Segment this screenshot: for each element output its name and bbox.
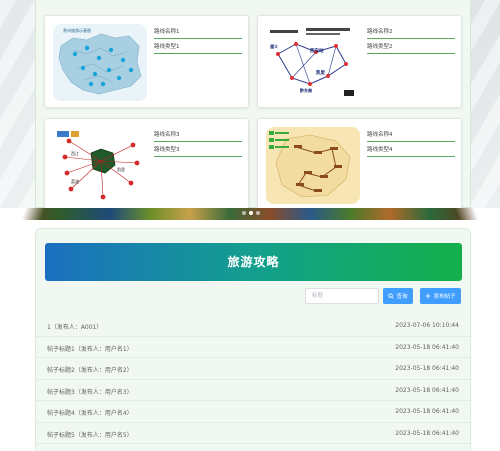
post-button-label: 发布帖子: [433, 294, 456, 300]
route-map-image[interactable]: 西江 荔波 凯里: [53, 127, 147, 204]
post-time: 2023-05-18 06:41:40: [395, 408, 459, 415]
post-time: 2023-05-18 06:41:40: [395, 429, 459, 437]
list-item[interactable]: 1（发布人：A001） 2023-07-06 10:10:44: [36, 315, 472, 337]
map-label: 凯里: [117, 167, 125, 172]
list-item[interactable]: 帖子标题4（发布人：用户名4） 2023-05-18 06:41:40: [36, 401, 472, 423]
post-time: 2023-05-18 06:41:40: [395, 365, 459, 372]
carousel-dot[interactable]: [256, 211, 260, 215]
map-label: 荔波: [71, 179, 79, 184]
carousel-dot-active[interactable]: [249, 211, 253, 215]
map-label: 西安站: [310, 49, 324, 54]
post-title: 帖子标题5（发布人：用户名5）: [47, 431, 133, 439]
list-item[interactable]: 帖子标题2（发布人：用户名2） 2023-05-18 06:41:40: [36, 358, 472, 380]
route-category: 路线类型4: [367, 144, 455, 157]
banner-carousel[interactable]: [0, 208, 500, 220]
map-label: 西江: [71, 151, 79, 156]
travel-guide-section: 旅游攻略 查询 发布帖子 1（发布人：A001） 2023-07-06 10:1…: [35, 228, 472, 451]
route-name: 路线名称1: [154, 26, 242, 39]
route-map-image[interactable]: 遵义 西安站 凯里 黔东南: [266, 24, 360, 101]
route-name: 路线名称4: [367, 129, 455, 142]
query-button[interactable]: 查询: [383, 288, 413, 304]
plus-icon: [426, 293, 431, 299]
post-list: 1（发布人：A001） 2023-07-06 10:10:44 帖子标题1（发布…: [36, 315, 472, 444]
post-time: 2023-07-06 10:10:44: [395, 322, 459, 329]
post-title: 帖子标题3（发布人：用户名3）: [47, 388, 133, 396]
post-title: 1（发布人：A001）: [47, 324, 103, 331]
post-title: 帖子标题2（发布人：用户名2）: [47, 367, 133, 374]
route-card[interactable]: 路线名称4 路线类型4: [257, 118, 462, 211]
carousel-dot[interactable]: [242, 211, 246, 215]
search-icon: [388, 293, 395, 299]
map-label: 黔东南: [300, 88, 312, 93]
route-category: 路线类型1: [154, 41, 242, 54]
route-panel: 贵州旅游示意图 路线名称1 路线类型1 遵义 西安站 凯里 黔东南 路线名称2 …: [35, 0, 471, 211]
map-title-label: 贵州旅游示意图: [63, 28, 91, 33]
map-label: 凯里: [316, 71, 325, 76]
list-item[interactable]: 帖子标题5（发布人：用户名5） 2023-05-18 06:41:40: [36, 423, 472, 444]
post-button[interactable]: 发布帖子: [420, 288, 461, 304]
route-card[interactable]: 贵州旅游示意图 路线名称1 路线类型1: [44, 15, 249, 108]
section-title: 旅游攻略: [45, 243, 462, 281]
route-category: 路线类型3: [154, 144, 242, 157]
search-input[interactable]: [305, 288, 379, 304]
list-item[interactable]: 帖子标题1（发布人：用户名1） 2023-05-18 06:41:40: [36, 337, 472, 358]
post-title: 帖子标题4（发布人：用户名4）: [47, 410, 133, 417]
map-label: 遵义: [270, 44, 278, 49]
route-name: 路线名称3: [154, 129, 242, 142]
post-time: 2023-05-18 06:41:40: [395, 343, 459, 351]
route-map-image[interactable]: 贵州旅游示意图: [53, 24, 147, 101]
list-item[interactable]: 帖子标题3（发布人：用户名3） 2023-05-18 06:41:40: [36, 380, 472, 401]
route-map-image[interactable]: [266, 127, 360, 204]
route-card[interactable]: 西江 荔波 凯里 路线名称3 路线类型3: [44, 118, 249, 211]
post-time: 2023-05-18 06:41:40: [395, 386, 459, 394]
carousel-indicators: [242, 211, 260, 215]
route-name: 路线名称2: [367, 26, 455, 39]
query-button-label: 查询: [396, 294, 408, 300]
post-title: 帖子标题1（发布人：用户名1）: [47, 345, 133, 353]
route-card[interactable]: 遵义 西安站 凯里 黔东南 路线名称2 路线类型2: [257, 15, 462, 108]
route-category: 路线类型2: [367, 41, 455, 54]
